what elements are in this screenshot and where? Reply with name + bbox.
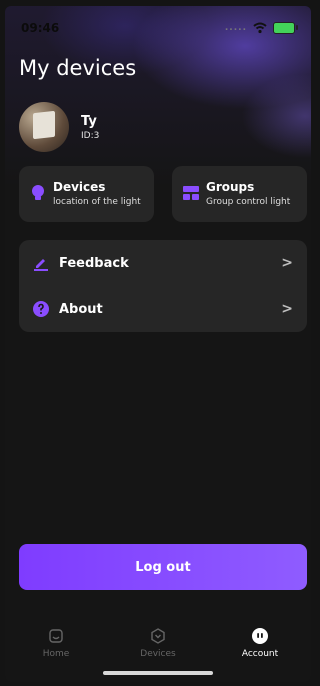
app-screen: 09:46 ..... My devices Ty ID:3 Devices l…: [5, 6, 311, 682]
settings-menu: Feedback > About >: [19, 240, 307, 332]
menu-item-feedback[interactable]: Feedback >: [19, 240, 307, 286]
account-icon: [252, 628, 268, 644]
tab-label: Account: [241, 649, 279, 659]
tab-devices[interactable]: Devices: [113, 628, 203, 659]
profile-info: Ty ID:3: [81, 114, 99, 141]
profile-name: Ty: [81, 113, 97, 129]
status-time: 09:46: [21, 21, 60, 35]
devices-icon: [151, 628, 165, 644]
home-indicator: [103, 671, 213, 675]
page-title: My devices: [19, 56, 137, 80]
bulb-icon: [32, 185, 44, 200]
status-bar: 09:46 .....: [21, 20, 298, 36]
signal-dots: .....: [224, 23, 247, 33]
battery-icon: [273, 22, 298, 34]
devices-card[interactable]: Devices location of the light: [19, 166, 154, 222]
menu-item-about[interactable]: About >: [19, 286, 307, 332]
devices-card-title: Devices: [53, 180, 106, 194]
profile-id: ID:3: [81, 130, 100, 141]
tab-label: Home: [42, 649, 70, 659]
wifi-icon: [253, 22, 267, 34]
question-icon: [33, 301, 49, 317]
tab-label: Devices: [140, 649, 176, 659]
menu-item-label: Feedback: [59, 255, 129, 271]
menu-item-label: About: [59, 301, 103, 317]
avatar[interactable]: [19, 102, 69, 152]
pencil-icon: [34, 259, 48, 271]
home-icon: [49, 629, 63, 643]
tab-account[interactable]: Account: [215, 628, 305, 659]
chevron-right-icon: >: [281, 255, 293, 271]
profile[interactable]: Ty ID:3: [19, 102, 99, 152]
groups-icon: [183, 186, 199, 200]
tab-home[interactable]: Home: [11, 628, 101, 659]
chevron-right-icon: >: [281, 301, 293, 317]
devices-card-subtitle: location of the light: [53, 197, 141, 207]
status-icons: .....: [224, 22, 298, 34]
groups-card-title: Groups: [206, 180, 255, 194]
groups-card-subtitle: Group control light: [206, 197, 291, 207]
groups-card[interactable]: Groups Group control light: [172, 166, 307, 222]
logout-button[interactable]: Log out: [19, 544, 307, 590]
